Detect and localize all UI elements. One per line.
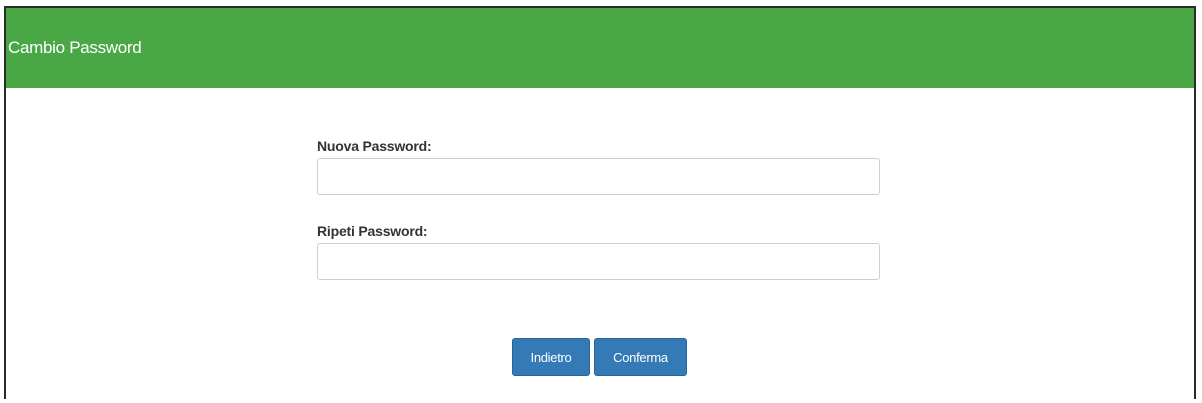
panel-header: Cambio Password [6, 8, 1194, 88]
panel-title: Cambio Password [8, 38, 142, 57]
change-password-panel: Cambio Password Nuova Password: Ripeti P… [4, 6, 1196, 399]
repeat-password-label: Ripeti Password: [317, 223, 428, 239]
panel-body: Nuova Password: Ripeti Password: Indietr… [6, 88, 1194, 401]
repeat-password-input[interactable] [317, 243, 880, 280]
new-password-label: Nuova Password: [317, 138, 432, 154]
confirm-button[interactable]: Conferma [594, 338, 687, 376]
back-button[interactable]: Indietro [512, 338, 590, 376]
new-password-input[interactable] [317, 158, 880, 195]
